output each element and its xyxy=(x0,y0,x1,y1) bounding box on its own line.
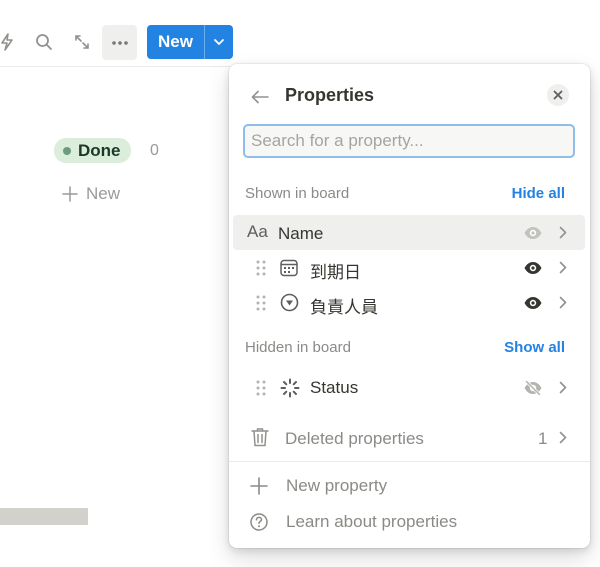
help-icon xyxy=(250,513,268,531)
eye-off-icon[interactable] xyxy=(523,378,543,403)
board-new-button[interactable]: New xyxy=(62,184,120,204)
eye-icon xyxy=(523,223,543,248)
shown-section-label: Shown in board xyxy=(245,185,350,202)
expand-icon[interactable] xyxy=(66,26,98,58)
calendar-icon xyxy=(280,259,298,282)
deleted-properties-row[interactable]: Deleted properties 1 xyxy=(233,420,585,455)
status-dot-icon xyxy=(63,146,71,155)
plus-icon xyxy=(62,186,78,202)
learn-about-properties-link[interactable]: Learn about properties xyxy=(249,512,457,532)
property-label: 負責人員 xyxy=(310,298,378,317)
status-icon xyxy=(280,378,300,403)
hide-all-button[interactable]: Hide all xyxy=(512,185,565,202)
property-search-input[interactable] xyxy=(243,124,575,158)
chevron-right-icon xyxy=(559,381,567,399)
show-all-button[interactable]: Show all xyxy=(504,339,565,356)
status-group-label: Done xyxy=(78,140,121,160)
property-label: Name xyxy=(278,224,324,243)
chevron-right-icon xyxy=(559,431,567,449)
chevron-down-icon[interactable] xyxy=(205,25,233,59)
back-arrow-icon[interactable] xyxy=(249,86,271,108)
new-button[interactable]: New xyxy=(147,25,233,59)
chevron-right-icon xyxy=(559,261,567,279)
panel-divider xyxy=(229,461,590,462)
properties-panel: Properties Shown in board Hide all Aa Na… xyxy=(229,64,590,548)
eye-icon[interactable] xyxy=(523,293,543,318)
board-new-label: New xyxy=(86,184,121,203)
new-property-label: New property xyxy=(286,476,388,495)
text-aa-icon: Aa xyxy=(247,222,268,241)
deleted-properties-label: Deleted properties xyxy=(285,429,424,448)
chevron-right-icon xyxy=(559,296,567,314)
drag-handle-icon[interactable] xyxy=(256,295,266,316)
eye-icon[interactable] xyxy=(523,258,543,283)
learn-label: Learn about properties xyxy=(286,512,458,531)
property-row-status[interactable]: Status xyxy=(233,370,585,405)
toolbar-divider xyxy=(0,66,230,67)
drag-handle-icon[interactable] xyxy=(256,260,266,281)
new-property-button[interactable]: New property xyxy=(249,476,387,496)
chevron-right-icon xyxy=(559,226,567,244)
more-icon[interactable] xyxy=(102,25,137,60)
group-count: 0 xyxy=(150,142,159,159)
deleted-count: 1 xyxy=(538,429,548,448)
property-label: 到期日 xyxy=(310,263,361,282)
trash-icon xyxy=(251,427,269,452)
select-icon xyxy=(280,293,299,317)
property-row-due-date[interactable]: 到期日 xyxy=(233,250,585,285)
property-row-name[interactable]: Aa Name xyxy=(233,215,585,250)
hidden-section-label: Hidden in board xyxy=(245,339,351,356)
panel-title: Properties xyxy=(285,85,375,105)
horizontal-scrollbar[interactable] xyxy=(0,508,88,525)
status-group-tag[interactable]: Done xyxy=(54,138,131,163)
property-row-assignee[interactable]: 負責人員 xyxy=(233,285,585,320)
plus-icon xyxy=(250,477,268,495)
search-icon[interactable] xyxy=(28,26,60,58)
property-label: Status xyxy=(310,378,359,397)
new-button-label[interactable]: New xyxy=(147,25,204,59)
drag-handle-icon[interactable] xyxy=(256,380,266,401)
lightning-icon[interactable] xyxy=(0,26,23,58)
close-icon[interactable] xyxy=(547,84,569,106)
